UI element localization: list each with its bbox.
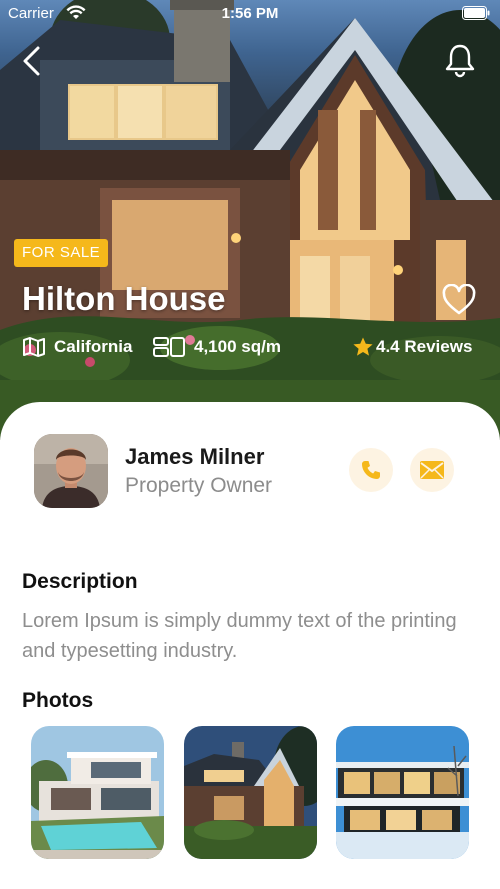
house-photo xyxy=(0,0,500,440)
hero-image xyxy=(0,0,500,440)
star-icon xyxy=(353,337,373,356)
evening-house-photo xyxy=(184,726,317,859)
reviews-info: 4.4 Reviews xyxy=(352,334,472,360)
notification-button[interactable] xyxy=(442,42,478,78)
clock: 1:56 PM xyxy=(221,5,279,22)
area-info: 4,100 sq/m xyxy=(152,334,281,360)
status-bar: Carrier 1:56 PM xyxy=(0,0,500,28)
owner-name: James Milner xyxy=(125,444,265,469)
description-text: Lorem Ipsum is simply dummy text of the … xyxy=(22,610,457,662)
chevron-left-icon xyxy=(23,46,40,76)
map-icon xyxy=(23,337,45,357)
location-info: California xyxy=(22,334,132,360)
glass-house-night-photo xyxy=(336,726,469,859)
favorite-button[interactable] xyxy=(442,283,476,316)
reviews-label: 4.4 Reviews xyxy=(376,337,473,356)
modern-villa-pool-photo xyxy=(31,726,164,859)
description-heading: Description xyxy=(22,570,138,593)
photos-heading: Photos xyxy=(22,689,94,712)
call-button[interactable] xyxy=(349,448,393,492)
photo-thumbnail[interactable] xyxy=(31,726,164,859)
floor-plan-icon xyxy=(153,337,185,357)
message-button[interactable] xyxy=(410,448,454,492)
photo-thumbnail[interactable] xyxy=(184,726,317,859)
avatar xyxy=(34,434,108,508)
phone-icon xyxy=(362,461,380,479)
back-button[interactable] xyxy=(18,44,46,78)
for-sale-badge: FOR SALE xyxy=(14,239,109,267)
owner-role: Property Owner xyxy=(125,474,273,497)
property-title: Hilton House xyxy=(22,280,226,317)
owner-photo xyxy=(34,434,108,508)
bell-icon xyxy=(445,44,475,78)
details-card: James Milner Property Owner Description … xyxy=(0,402,500,889)
mail-icon xyxy=(420,461,444,479)
location-label: California xyxy=(54,337,133,356)
area-label: 4,100 sq/m xyxy=(194,337,281,356)
battery-icon xyxy=(462,6,490,20)
heart-outline-icon xyxy=(442,283,476,315)
photo-thumbnail[interactable] xyxy=(336,726,469,859)
